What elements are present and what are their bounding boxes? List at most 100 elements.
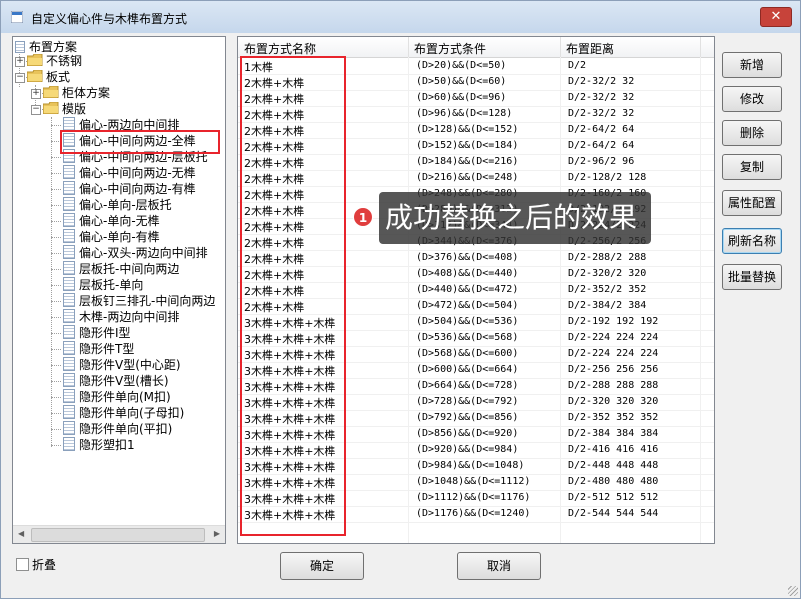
expand-stainless-icon[interactable]: + [15, 57, 25, 67]
tree-template-item-label: 偏心-单向-无榫 [79, 214, 160, 228]
root-icon [15, 41, 25, 53]
scroll-left-icon[interactable]: ◀ [18, 529, 24, 538]
cell-distance: D/2-416 416 416 [568, 444, 659, 455]
cell-distance: D/2-224 224 224 [568, 332, 659, 343]
document-icon [63, 325, 75, 339]
close-button[interactable]: ✕ [760, 7, 792, 27]
cell-distance: D/2-224 224 224 [568, 348, 659, 359]
cancel-button[interactable]: 取消 [457, 552, 541, 580]
add-button[interactable]: 新增 [722, 52, 782, 78]
app-icon [11, 11, 23, 23]
document-icon [63, 229, 75, 243]
cell-condition: (D>568)&&(D<=600) [416, 348, 519, 359]
tree-template-item[interactable]: 隐形件T型 [63, 341, 134, 357]
tree-template-item-label: 隐形件I型 [79, 326, 131, 340]
resize-grip[interactable] [788, 586, 798, 596]
cell-condition: (D>216)&&(D<=248) [416, 172, 519, 183]
document-icon [63, 181, 75, 195]
document-icon [63, 261, 75, 275]
folder-icon [27, 54, 46, 68]
col-header-distance[interactable]: 布置距离 [566, 40, 614, 57]
tree-template-item[interactable]: 隐形件V型(槽长) [63, 373, 169, 389]
tree-horizontal-scrollbar[interactable]: ◀ ▶ [13, 525, 225, 543]
document-icon [63, 117, 75, 131]
cell-condition: (D>792)&&(D<=856) [416, 412, 519, 423]
document-icon [63, 245, 75, 259]
cell-distance: D/2-192 192 192 [568, 316, 659, 327]
collapse-template-icon[interactable]: − [31, 105, 41, 115]
batch-replace-button[interactable]: 批量替换 [722, 264, 782, 290]
cell-distance: D/2-480 480 480 [568, 476, 659, 487]
tree-template-item[interactable]: 隐形件单向(M扣) [63, 389, 171, 405]
cell-condition: (D>184)&&(D<=216) [416, 156, 519, 167]
tree-template-item[interactable]: 隐形件I型 [63, 325, 131, 341]
tree-item-cabinet[interactable]: 柜体方案 [43, 85, 110, 101]
delete-button[interactable]: 删除 [722, 120, 782, 146]
document-icon [63, 405, 75, 419]
tree-item-panel-label: 板式 [46, 70, 71, 84]
tree-template-item[interactable]: 偏心-中间向两边-有榫 [63, 181, 196, 197]
tree-template-item-label: 隐形件单向(平扣) [79, 422, 173, 436]
document-icon [63, 437, 75, 451]
properties-button[interactable]: 属性配置 [722, 190, 782, 216]
tree-item-template[interactable]: 模版 [43, 101, 86, 117]
cell-distance: D/2-352/2 352 [568, 284, 647, 295]
tree-template-item[interactable]: 层板托-单向 [63, 277, 143, 293]
col-header-condition[interactable]: 布置方式条件 [414, 40, 486, 57]
tree-template-item[interactable]: 偏心-单向-无榫 [63, 213, 160, 229]
cell-distance: D/2-288/2 288 [568, 252, 647, 263]
scroll-right-icon[interactable]: ▶ [214, 529, 220, 538]
cell-condition: (D>472)&&(D<=504) [416, 300, 519, 311]
tree-template-item-label: 偏心-中间向两边-无榫 [79, 166, 196, 180]
tree-template-item-label: 层板托-中间向两边 [79, 262, 180, 276]
collapse-checkbox[interactable] [16, 558, 29, 571]
cell-condition: (D>60)&&(D<=96) [416, 92, 507, 103]
cell-distance: D/2-384 384 384 [568, 428, 659, 439]
copy-button[interactable]: 复制 [722, 154, 782, 180]
tree-template-item-label: 隐形件单向(M扣) [79, 390, 171, 404]
expand-cabinet-icon[interactable]: + [31, 89, 41, 99]
cell-distance: D/2-320 320 320 [568, 396, 659, 407]
scheme-tree[interactable]: 布置方案 + 不锈钢 − 板式 + 柜体方案 − 模版 偏心-两边向中间排 偏心-中间向两边-全榫偏… [12, 36, 226, 544]
col-header-name[interactable]: 布置方式名称 [244, 40, 316, 57]
cell-distance: D/2-256 256 256 [568, 364, 659, 375]
tree-root-label: 布置方案 [29, 40, 78, 54]
tree-template-item[interactable]: 偏心-中间向两边-无榫 [63, 165, 196, 181]
tree-item-stainless-label: 不锈钢 [46, 54, 83, 68]
tree-item-stainless[interactable]: 不锈钢 [27, 53, 82, 69]
tree-template-item[interactable]: 偏心-单向-有榫 [63, 229, 160, 245]
cell-condition: (D>128)&&(D<=152) [416, 124, 519, 135]
tree-template-item[interactable]: 隐形件单向(子母扣) [63, 405, 184, 421]
window-title: 自定义偏心件与木榫布置方式 [31, 12, 188, 26]
tree-template-item-label: 偏心-中间向两边-有榫 [79, 182, 196, 196]
tree-item-panel[interactable]: 板式 [27, 69, 70, 85]
tree-template-item[interactable]: 隐形件V型(中心距) [63, 357, 181, 373]
folder-icon [43, 102, 62, 116]
edit-button[interactable]: 修改 [722, 86, 782, 112]
cell-distance: D/2-32/2 32 [568, 76, 635, 87]
refresh-name-button[interactable]: 刷新名称 [722, 228, 782, 254]
cell-distance: D/2-32/2 32 [568, 92, 635, 103]
tree-template-item[interactable]: 偏心-双头-两边向中间排 [63, 245, 208, 261]
tree-template-item-label: 隐形件T型 [79, 342, 135, 356]
tree-template-item[interactable]: 偏心-单向-层板托 [63, 197, 172, 213]
scroll-thumb[interactable] [31, 528, 205, 542]
tree-template-item[interactable]: 层板钉三排孔-中间向两边 [63, 293, 215, 309]
tree-template-item[interactable]: 木榫-两边向中间排 [63, 309, 179, 325]
tree-template-item[interactable]: 层板托-中间向两边 [63, 261, 179, 277]
annotation-callout: 成功替换之后的效果 [379, 192, 651, 244]
tree-template-item-label: 隐形件V型(中心距) [79, 358, 181, 372]
tree-template-item[interactable]: 隐形塑扣1 [63, 437, 135, 453]
tree-template-item-label: 隐形件单向(子母扣) [79, 406, 185, 420]
cell-condition: (D>20)&&(D<=50) [416, 60, 507, 71]
collapse-panel-icon[interactable]: − [15, 73, 25, 83]
tree-template-item[interactable]: 隐形件单向(平扣) [63, 421, 172, 437]
tree-template-item-label: 隐形塑扣1 [79, 438, 135, 452]
annotation-text: 成功替换之后的效果 [385, 201, 638, 234]
collapse-label[interactable]: 折叠 [32, 556, 56, 573]
ok-button[interactable]: 确定 [280, 552, 364, 580]
cell-condition: (D>600)&&(D<=664) [416, 364, 519, 375]
document-icon [63, 389, 75, 403]
cell-condition: (D>664)&&(D<=728) [416, 380, 519, 391]
cell-condition: (D>152)&&(D<=184) [416, 140, 519, 151]
